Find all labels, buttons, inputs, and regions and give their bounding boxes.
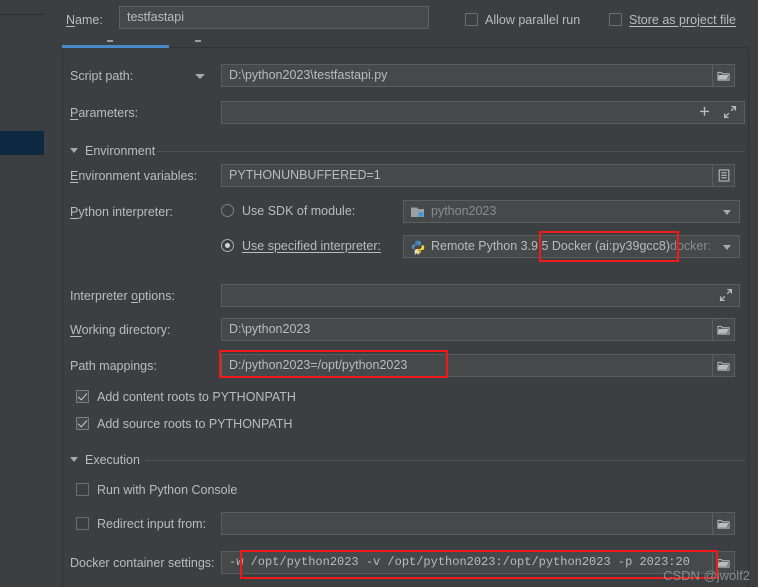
selected-configuration-item[interactable] (0, 131, 44, 155)
redirect-input-label: Redirect input from: (97, 516, 207, 531)
parameters-row: Parameters: (62, 101, 748, 125)
interpreter-options-expand-button[interactable] (719, 288, 734, 303)
run-configuration-dialog: Name: testfastapi Allow parallel run Sto… (0, 0, 758, 587)
environment-section-header[interactable]: Environment (70, 143, 155, 159)
use-specified-interpreter-label: Use specified interpreter: (242, 238, 381, 253)
environment-variables-input[interactable]: PYTHONUNBUFFERED=1 (221, 164, 722, 187)
specified-interpreter-value: Remote Python 3.9.5 Docker (ai:py39gcc8) (431, 239, 671, 253)
interpreter-options-label: Interpreter options: (70, 289, 175, 303)
chevron-down-icon (723, 210, 731, 215)
right-strip (748, 0, 758, 587)
parameters-label: Parameters: (70, 106, 139, 120)
docker-container-settings-input[interactable]: -w /opt/python2023 -v /opt/python2023:/o… (221, 551, 722, 574)
list-edit-icon (718, 169, 729, 182)
tab-configuration-indicator[interactable] (62, 45, 169, 48)
use-specified-interpreter-radio[interactable]: Use specified interpreter: (221, 238, 381, 254)
redirect-input-checkbox[interactable]: Redirect input from: (76, 516, 206, 532)
svg-text:R: R (414, 250, 419, 255)
interpreter-options-row: Interpreter options: (62, 284, 748, 308)
allow-parallel-run-label: Allow parallel run (485, 12, 581, 27)
radio-circle (221, 204, 234, 218)
interpreter-options-input[interactable] (221, 284, 740, 307)
sdk-module-value: python2023 (431, 204, 497, 218)
working-directory-browse-button[interactable] (712, 318, 735, 341)
script-path-label: Script path: (70, 69, 134, 83)
folder-icon (717, 361, 730, 371)
docker-container-settings-label: Docker container settings: (70, 556, 215, 570)
module-icon (411, 207, 424, 217)
parameters-add-button[interactable] (698, 105, 712, 119)
path-mappings-browse-button[interactable] (712, 354, 735, 377)
radio-circle (221, 239, 234, 253)
environment-variables-edit-button[interactable] (712, 164, 735, 187)
execution-section-header[interactable]: Execution (70, 452, 140, 468)
folder-icon (717, 558, 730, 568)
environment-section-title: Environment (85, 143, 156, 158)
working-directory-input[interactable]: D:\python2023 (221, 318, 722, 341)
checkbox-box (76, 417, 89, 431)
run-with-python-console-label: Run with Python Console (97, 482, 238, 497)
tab-tick-configuration (107, 40, 113, 42)
add-source-roots-label: Add source roots to PYTHONPATH (97, 416, 293, 431)
checkbox-box (76, 483, 89, 497)
folder-icon (717, 325, 730, 335)
checkbox-box (76, 517, 89, 531)
checkbox-box (465, 13, 478, 27)
add-content-roots-checkbox[interactable]: Add content roots to PYTHONPATH (76, 389, 296, 405)
name-input[interactable]: testfastapi (119, 6, 429, 29)
panel-divider-right (748, 50, 749, 587)
use-sdk-of-module-radio[interactable]: Use SDK of module: (221, 203, 355, 219)
working-directory-row: Working directory: D:\python2023 (62, 318, 748, 342)
redirect-input-row: Redirect input from: (62, 512, 748, 536)
expand-icon (719, 288, 733, 302)
add-source-roots-checkbox[interactable]: Add source roots to PYTHONPATH (76, 416, 292, 432)
path-mappings-row: Path mappings: D:/python2023=/opt/python… (62, 354, 748, 378)
path-mappings-label: Path mappings: (70, 359, 157, 373)
script-path-chevron-down-icon[interactable] (195, 74, 205, 79)
chevron-down-icon (70, 148, 78, 154)
configuration-content: Name: testfastapi Allow parallel run Sto… (62, 0, 748, 587)
use-sdk-of-module-label: Use SDK of module: (242, 203, 356, 218)
rail-gap (44, 0, 62, 587)
python-remote-icon: R (411, 240, 425, 255)
python-interpreter-label: Python interpreter: (70, 205, 173, 219)
execution-section-line (145, 460, 745, 461)
parameters-expand-button[interactable] (723, 105, 738, 120)
checkbox-box (76, 390, 89, 404)
python-interpreter-row: Python interpreter: Use SDK of module: p… (62, 200, 748, 260)
chevron-down-icon (723, 245, 731, 250)
environment-section-line (157, 151, 745, 152)
execution-section-title: Execution (85, 452, 140, 467)
checkbox-box (609, 13, 622, 27)
folder-icon (717, 71, 730, 81)
environment-variables-row: Environment variables: PYTHONUNBUFFERED=… (62, 164, 748, 188)
parameters-input[interactable] (221, 101, 745, 124)
script-path-input[interactable]: D:\python2023\testfastapi.py (221, 64, 722, 87)
redirect-input-field[interactable] (221, 512, 722, 535)
configurations-tree-rail[interactable] (0, 0, 45, 587)
path-mappings-input[interactable]: D:/python2023=/opt/python2023 (221, 354, 722, 377)
sdk-module-combo[interactable]: python2023 (403, 200, 740, 223)
chevron-down-icon (70, 457, 78, 463)
plus-icon (700, 106, 709, 116)
expand-icon (723, 105, 737, 119)
rail-divider (0, 14, 44, 15)
redirect-input-browse-button[interactable] (712, 512, 735, 535)
run-with-python-console-checkbox[interactable]: Run with Python Console (76, 482, 237, 498)
tab-tick-logs (195, 40, 201, 42)
working-directory-label: Working directory: (70, 323, 171, 337)
store-as-project-file-label: Store as project file (629, 12, 736, 27)
specified-interpreter-combo[interactable]: R Remote Python 3.9.5 Docker (ai:py39gcc… (403, 235, 740, 258)
watermark: CSDN @jwolf2 (663, 568, 750, 583)
allow-parallel-run-checkbox[interactable]: Allow parallel run (465, 12, 580, 28)
environment-variables-label: Environment variables: (70, 169, 198, 183)
store-as-project-file-checkbox[interactable]: Store as project file (609, 12, 736, 28)
docker-container-settings-row: Docker container settings: -w /opt/pytho… (62, 551, 748, 575)
folder-icon (717, 519, 730, 529)
add-content-roots-label: Add content roots to PYTHONPATH (97, 389, 296, 404)
script-path-row: Script path: D:\python2023\testfastapi.p… (62, 64, 748, 88)
specified-interpreter-suffix: docker: (670, 239, 711, 253)
script-path-browse-button[interactable] (712, 64, 735, 87)
name-label: Name: (66, 13, 103, 27)
